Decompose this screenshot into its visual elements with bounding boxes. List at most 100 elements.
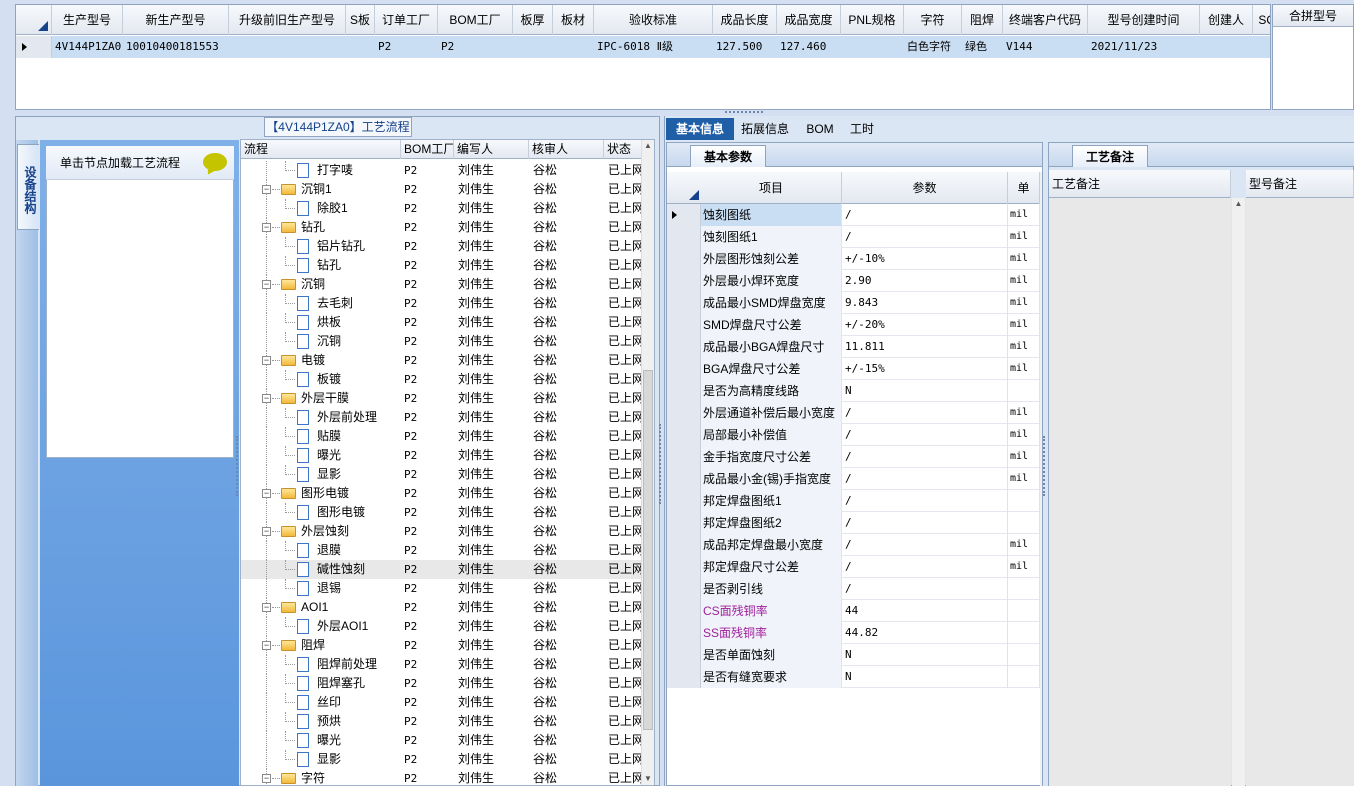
param-row[interactable]: 邦定焊盘图纸1/ xyxy=(667,490,1040,512)
collapse-icon[interactable]: − xyxy=(262,641,271,650)
param-row[interactable]: 是否为高精度线路 N xyxy=(667,380,1040,402)
collapse-icon[interactable]: − xyxy=(262,280,271,289)
param-row[interactable]: SMD焊盘尺寸公差 +/-20% mil xyxy=(667,314,1040,336)
param-value[interactable]: / xyxy=(842,424,1008,446)
grid-col-header[interactable]: 创建人 xyxy=(1200,5,1253,35)
grid-col-header[interactable]: PNL规格 xyxy=(841,5,904,35)
tab-basic-info[interactable]: 基本信息 xyxy=(666,118,734,140)
tree-col-header[interactable]: 编写人 xyxy=(454,140,529,159)
splitter-grip[interactable] xyxy=(725,111,763,115)
param-value[interactable]: / xyxy=(842,512,1008,534)
right-splitter-grip[interactable] xyxy=(1043,436,1047,496)
grid-col-header[interactable]: 成品宽度 xyxy=(777,5,841,35)
grid-col-header[interactable]: S板 xyxy=(346,5,375,35)
param-value[interactable]: 9.843 xyxy=(842,292,1008,314)
param-row[interactable]: SS面残铜率 44.82 xyxy=(667,622,1040,644)
param-row[interactable]: 外层最小焊环宽度 2.90 mil xyxy=(667,270,1040,292)
param-row[interactable]: BGA焊盘尺寸公差 +/-15% mil xyxy=(667,358,1040,380)
param-row[interactable]: 蚀刻图纸 / mil xyxy=(667,204,1040,226)
tab-device-structure[interactable]: 设备结构 xyxy=(17,144,39,230)
tree-row[interactable]: 阻焊塞孔 P2 刘伟生 谷松 已上网 xyxy=(241,674,641,693)
param-row[interactable]: 金手指宽度尺寸公差 / mil xyxy=(667,446,1040,468)
tree-row[interactable]: 烘板 P2 刘伟生 谷松 已上网 xyxy=(241,313,641,332)
param-row[interactable]: 成品邦定焊盘最小宽度 / mil xyxy=(667,534,1040,556)
param-value[interactable]: 2.90 xyxy=(842,270,1008,292)
tree-row[interactable]: 打字唛 P2 刘伟生 谷松 已上网 xyxy=(241,161,641,180)
collapse-icon[interactable]: − xyxy=(262,489,271,498)
grid-col-header[interactable]: 生产型号 xyxy=(52,5,123,35)
param-value[interactable]: +/-15% xyxy=(842,358,1008,380)
tree-row[interactable]: 贴膜 P2 刘伟生 谷松 已上网 xyxy=(241,427,641,446)
tree-col-header[interactable]: BOM工厂 xyxy=(401,140,454,159)
collapse-icon[interactable]: − xyxy=(262,774,271,783)
param-row[interactable]: 成品最小金(锡)手指宽度 / mil xyxy=(667,468,1040,490)
tree-col-header[interactable]: 核审人 xyxy=(529,140,604,159)
tree-row[interactable]: − 阻焊 P2 刘伟生 谷松 已上网 xyxy=(241,636,641,655)
tree-row[interactable]: − 字符 P2 刘伟生 谷松 已上网 xyxy=(241,769,641,785)
tree-row[interactable]: 曝光 P2 刘伟生 谷松 已上网 xyxy=(241,731,641,750)
param-row[interactable]: CS面残铜率 44 xyxy=(667,600,1040,622)
notes-scrollbar[interactable]: ▲ xyxy=(1232,198,1245,786)
left-splitter-grip[interactable] xyxy=(236,436,240,496)
param-col-header[interactable]: 项目 xyxy=(701,172,842,204)
collapse-icon[interactable]: − xyxy=(262,185,271,194)
param-value[interactable]: / xyxy=(842,556,1008,578)
param-value[interactable]: / xyxy=(842,402,1008,424)
tab-process-notes[interactable]: 工艺备注 xyxy=(1072,145,1148,167)
collapse-icon[interactable]: − xyxy=(262,603,271,612)
param-row[interactable]: 外层通道补偿后最小宽度 / mil xyxy=(667,402,1040,424)
process-notes-area[interactable] xyxy=(1049,170,1231,786)
grid-col-header[interactable]: SO xyxy=(1253,5,1270,35)
param-row[interactable]: 外层图形蚀刻公差 +/-10% mil xyxy=(667,248,1040,270)
param-value[interactable]: 11.811 xyxy=(842,336,1008,358)
scroll-up-icon[interactable]: ▲ xyxy=(642,140,654,152)
param-row[interactable]: 蚀刻图纸1/mil xyxy=(667,226,1040,248)
tree-row[interactable]: 退锡 P2 刘伟生 谷松 已上网 xyxy=(241,579,641,598)
scroll-down-icon[interactable]: ▼ xyxy=(642,773,654,785)
param-row[interactable]: 是否单面蚀刻 N xyxy=(667,644,1040,666)
collapse-icon[interactable]: − xyxy=(262,394,271,403)
collapse-icon[interactable]: − xyxy=(262,356,271,365)
tree-row[interactable]: 显影 P2 刘伟生 谷松 已上网 xyxy=(241,750,641,769)
collapse-icon[interactable]: − xyxy=(262,527,271,536)
tree-row[interactable]: 去毛刺 P2 刘伟生 谷松 已上网 xyxy=(241,294,641,313)
grid-col-header[interactable]: 字符 xyxy=(904,5,962,35)
grid-col-header[interactable]: 成品长度 xyxy=(713,5,777,35)
param-row[interactable]: 局部最小补偿值 / mil xyxy=(667,424,1040,446)
tab-basic-params[interactable]: 基本参数 xyxy=(690,145,766,167)
product-grid-row[interactable]: 4V144P1ZA0 10010400181553 P2 P2 IPC-6018 Ⅱ级 1… xyxy=(16,36,1270,58)
collapse-icon[interactable]: − xyxy=(262,223,271,232)
param-value[interactable]: N xyxy=(842,644,1008,666)
param-value[interactable]: / xyxy=(842,446,1008,468)
param-value[interactable]: / xyxy=(842,226,1008,248)
tree-col-header[interactable]: 流程 xyxy=(241,140,401,159)
tree-row[interactable]: 预烘 P2 刘伟生 谷松 已上网 xyxy=(241,712,641,731)
param-value[interactable]: / xyxy=(842,534,1008,556)
grid-col-header[interactable]: 新生产型号 xyxy=(123,5,229,35)
param-row[interactable]: 是否有缝宽要求 N xyxy=(667,666,1040,688)
grid-col-header[interactable]: 型号创建时间 xyxy=(1088,5,1200,35)
tree-row[interactable]: 板镀 P2 刘伟生 谷松 已上网 xyxy=(241,370,641,389)
param-row[interactable]: 成品最小SMD焊盘宽度 9.843 mil xyxy=(667,292,1040,314)
grid-col-header[interactable]: 订单工厂 xyxy=(375,5,438,35)
param-row[interactable]: 邦定焊盘图纸2/ xyxy=(667,512,1040,534)
tree-row[interactable]: 丝印 P2 刘伟生 谷松 已上网 xyxy=(241,693,641,712)
param-value[interactable]: N xyxy=(842,380,1008,402)
param-value[interactable]: +/-20% xyxy=(842,314,1008,336)
param-value[interactable]: 44 xyxy=(842,600,1008,622)
tab-extended-info[interactable]: 拓展信息 xyxy=(736,118,794,140)
param-value[interactable]: / xyxy=(842,204,1008,226)
tab-work-hours[interactable]: 工时 xyxy=(842,118,882,140)
grid-col-header[interactable]: BOM工厂 xyxy=(438,5,513,35)
tree-row[interactable]: 沉铜 P2 刘伟生 谷松 已上网 xyxy=(241,332,641,351)
center-splitter-grip[interactable] xyxy=(659,424,663,504)
tree-row[interactable]: 外层AOI1 P2 刘伟生 谷松 已上网 xyxy=(241,617,641,636)
grid-col-header[interactable]: 升级前旧生产型号 xyxy=(229,5,346,35)
tree-row[interactable]: 图形电镀 P2 刘伟生 谷松 已上网 xyxy=(241,503,641,522)
grid-corner[interactable] xyxy=(16,5,52,35)
tree-row[interactable]: 铝片钻孔 P2 刘伟生 谷松 已上网 xyxy=(241,237,641,256)
param-value[interactable]: N xyxy=(842,666,1008,688)
param-value[interactable]: 44.82 xyxy=(842,622,1008,644)
param-row[interactable]: 是否剥引线 / xyxy=(667,578,1040,600)
tree-scroll-thumb[interactable] xyxy=(643,370,653,730)
